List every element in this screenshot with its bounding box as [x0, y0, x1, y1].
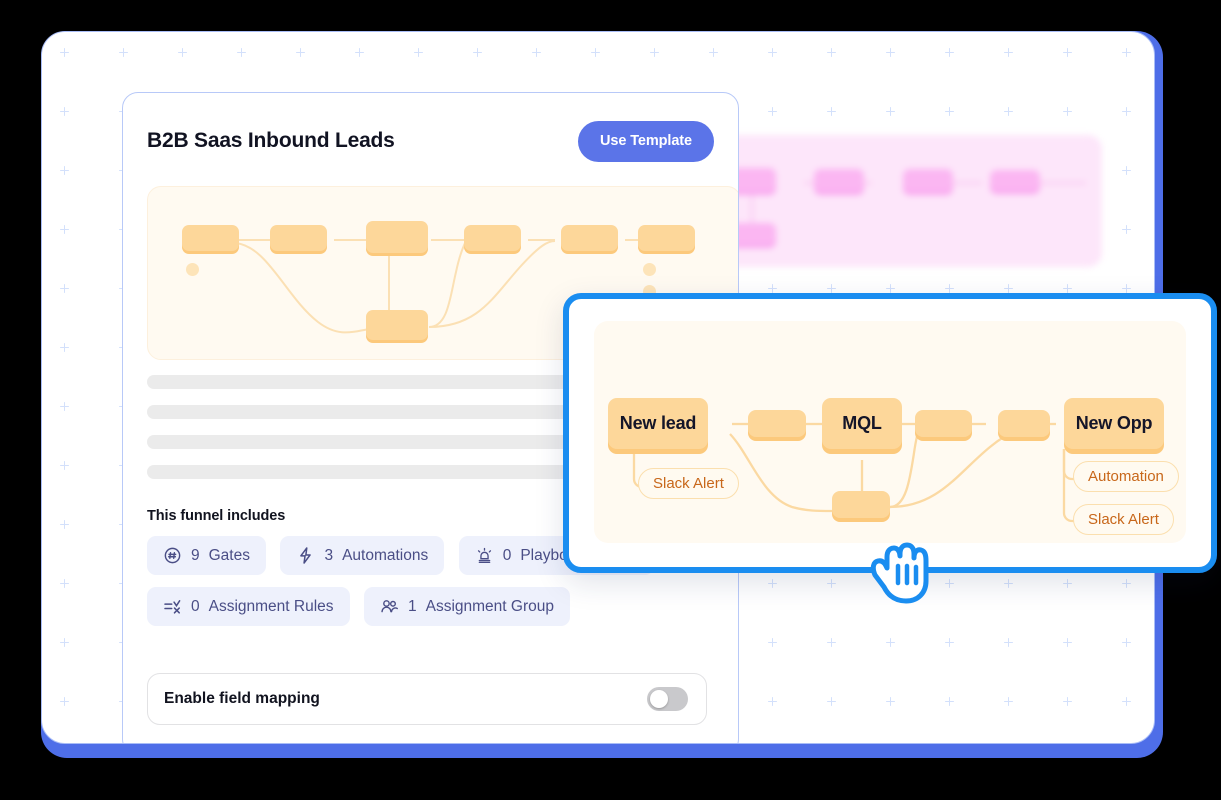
badge-count: 3	[324, 546, 334, 564]
badge-label: Assignment Group	[425, 597, 554, 615]
background-pink-diagram	[684, 135, 1102, 267]
badge-count: 9	[191, 546, 200, 564]
page-title: B2B Saas Inbound Leads	[147, 129, 395, 152]
enable-field-mapping-label: Enable field mapping	[164, 690, 320, 707]
badge-label: Gates	[208, 546, 250, 564]
node-new-lead[interactable]: New lead	[608, 398, 708, 449]
node-label: MQL	[842, 413, 882, 433]
flow-node	[366, 221, 428, 253]
section-heading: This funnel includes	[147, 508, 286, 524]
rules-icon	[163, 597, 182, 616]
screenshot-stage: B2B Saas Inbound Leads Use Template This…	[0, 0, 1221, 800]
node-step[interactable]	[832, 491, 890, 518]
grab-hand-icon	[862, 535, 934, 609]
badge-assignment-rules[interactable]: 0 Assignment Rules	[147, 587, 350, 626]
node-label: New Opp	[1075, 413, 1153, 433]
pill-slack-alert-right[interactable]: Slack Alert	[1073, 504, 1174, 535]
badge-gates[interactable]: 9 Gates	[147, 536, 266, 575]
lightning-bolt-icon	[296, 546, 315, 565]
flow-node	[464, 225, 521, 251]
flow-node	[638, 225, 695, 251]
pill-slack-alert-left[interactable]: Slack Alert	[638, 468, 739, 499]
flow-node	[366, 310, 428, 340]
badge-count: 1	[408, 597, 417, 615]
pill-label: Automation	[1088, 468, 1164, 485]
flow-node	[182, 225, 239, 251]
zoomed-flow-canvas[interactable]: New lead MQL New Opp Slack Alert Automat…	[594, 321, 1186, 543]
badge-count: 0	[191, 597, 200, 615]
siren-icon	[475, 546, 494, 565]
badge-assignment-group[interactable]: 1 Assignment Group	[364, 587, 570, 626]
node-step[interactable]	[915, 410, 972, 437]
card-header: B2B Saas Inbound Leads Use Template	[147, 121, 714, 167]
enable-field-mapping-row[interactable]: Enable field mapping	[147, 673, 707, 725]
pill-automation[interactable]: Automation	[1073, 461, 1179, 492]
zoomed-funnel-popup: New lead MQL New Opp Slack Alert Automat…	[563, 293, 1217, 573]
toggle-knob	[650, 690, 668, 708]
flow-node	[561, 225, 618, 251]
users-icon	[380, 597, 399, 616]
hash-circle-icon	[163, 546, 182, 565]
use-template-button[interactable]: Use Template	[577, 121, 714, 162]
pink-edge	[751, 187, 753, 227]
flow-node	[270, 225, 327, 251]
pill-label: Slack Alert	[653, 475, 724, 492]
pink-node	[814, 169, 864, 192]
pink-node	[990, 170, 1040, 191]
flow-dot	[186, 263, 199, 276]
badge-label: Automations	[342, 546, 429, 564]
node-mql[interactable]: MQL	[822, 398, 902, 449]
pill-label: Slack Alert	[1088, 511, 1159, 528]
node-label: New lead	[619, 413, 697, 433]
flow-dot	[643, 263, 656, 276]
badge-count: 0	[502, 546, 512, 564]
node-new-opp[interactable]: New Opp	[1064, 398, 1164, 449]
node-step[interactable]	[998, 410, 1050, 437]
node-step[interactable]	[748, 410, 806, 437]
pink-node	[903, 169, 953, 192]
badge-automations[interactable]: 3 Automations	[280, 536, 445, 575]
badge-label: Assignment Rules	[208, 597, 334, 615]
enable-field-mapping-toggle[interactable]	[647, 687, 688, 711]
